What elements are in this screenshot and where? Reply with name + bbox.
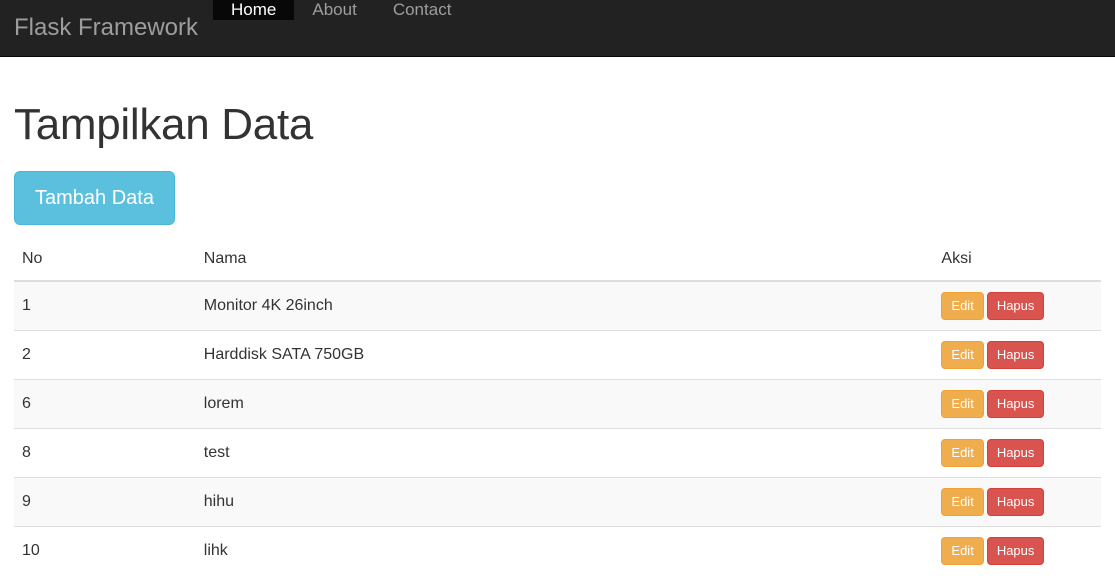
table-row: 1 Monitor 4K 26inch EditHapus	[14, 281, 1101, 331]
cell-aksi: EditHapus	[933, 478, 1101, 527]
navbar-brand[interactable]: Flask Framework	[0, 0, 213, 56]
cell-no: 1	[14, 281, 196, 331]
delete-button[interactable]: Hapus	[987, 439, 1045, 467]
edit-button[interactable]: Edit	[941, 488, 983, 516]
edit-button[interactable]: Edit	[941, 439, 983, 467]
table-row: 9 hihu EditHapus	[14, 478, 1101, 527]
cell-no: 9	[14, 478, 196, 527]
navbar-nav: Home About Contact	[213, 0, 469, 56]
cell-aksi: EditHapus	[933, 380, 1101, 429]
table-body: 1 Monitor 4K 26inch EditHapus 2 Harddisk…	[14, 281, 1101, 575]
page-title: Tampilkan Data	[14, 101, 1101, 149]
table-header-row: No Nama Aksi	[14, 242, 1101, 281]
nav-item-home-wrapper: Home	[213, 0, 294, 56]
cell-nama: lorem	[196, 380, 934, 429]
edit-button[interactable]: Edit	[941, 341, 983, 369]
cell-no: 2	[14, 331, 196, 380]
cell-no: 10	[14, 527, 196, 576]
cell-nama: lihk	[196, 527, 934, 576]
table-row: 2 Harddisk SATA 750GB EditHapus	[14, 331, 1101, 380]
cell-nama: hihu	[196, 478, 934, 527]
cell-aksi: EditHapus	[933, 527, 1101, 576]
cell-aksi: EditHapus	[933, 281, 1101, 331]
top-navbar: Flask Framework Home About Contact	[0, 0, 1115, 57]
edit-button[interactable]: Edit	[941, 537, 983, 565]
delete-button[interactable]: Hapus	[987, 537, 1045, 565]
column-header-aksi: Aksi	[933, 242, 1101, 281]
delete-button[interactable]: Hapus	[987, 292, 1045, 320]
nav-item-about-wrapper: About	[294, 0, 374, 56]
edit-button[interactable]: Edit	[941, 292, 983, 320]
edit-button[interactable]: Edit	[941, 390, 983, 418]
nav-item-contact[interactable]: Contact	[375, 0, 470, 20]
column-header-nama: Nama	[196, 242, 934, 281]
add-data-button[interactable]: Tambah Data	[14, 171, 175, 225]
cell-no: 6	[14, 380, 196, 429]
cell-nama: test	[196, 429, 934, 478]
delete-button[interactable]: Hapus	[987, 390, 1045, 418]
table-row: 6 lorem EditHapus	[14, 380, 1101, 429]
cell-aksi: EditHapus	[933, 331, 1101, 380]
cell-nama: Monitor 4K 26inch	[196, 281, 934, 331]
column-header-no: No	[14, 242, 196, 281]
delete-button[interactable]: Hapus	[987, 341, 1045, 369]
cell-nama: Harddisk SATA 750GB	[196, 331, 934, 380]
table-head: No Nama Aksi	[14, 242, 1101, 281]
cell-aksi: EditHapus	[933, 429, 1101, 478]
nav-item-contact-wrapper: Contact	[375, 0, 470, 56]
table-row: 10 lihk EditHapus	[14, 527, 1101, 576]
data-table: No Nama Aksi 1 Monitor 4K 26inch EditHap…	[14, 242, 1101, 575]
main-container: Tampilkan Data Tambah Data No Nama Aksi …	[0, 101, 1115, 575]
delete-button[interactable]: Hapus	[987, 488, 1045, 516]
nav-item-about[interactable]: About	[294, 0, 374, 20]
table-row: 8 test EditHapus	[14, 429, 1101, 478]
nav-item-home[interactable]: Home	[213, 0, 294, 20]
cell-no: 8	[14, 429, 196, 478]
